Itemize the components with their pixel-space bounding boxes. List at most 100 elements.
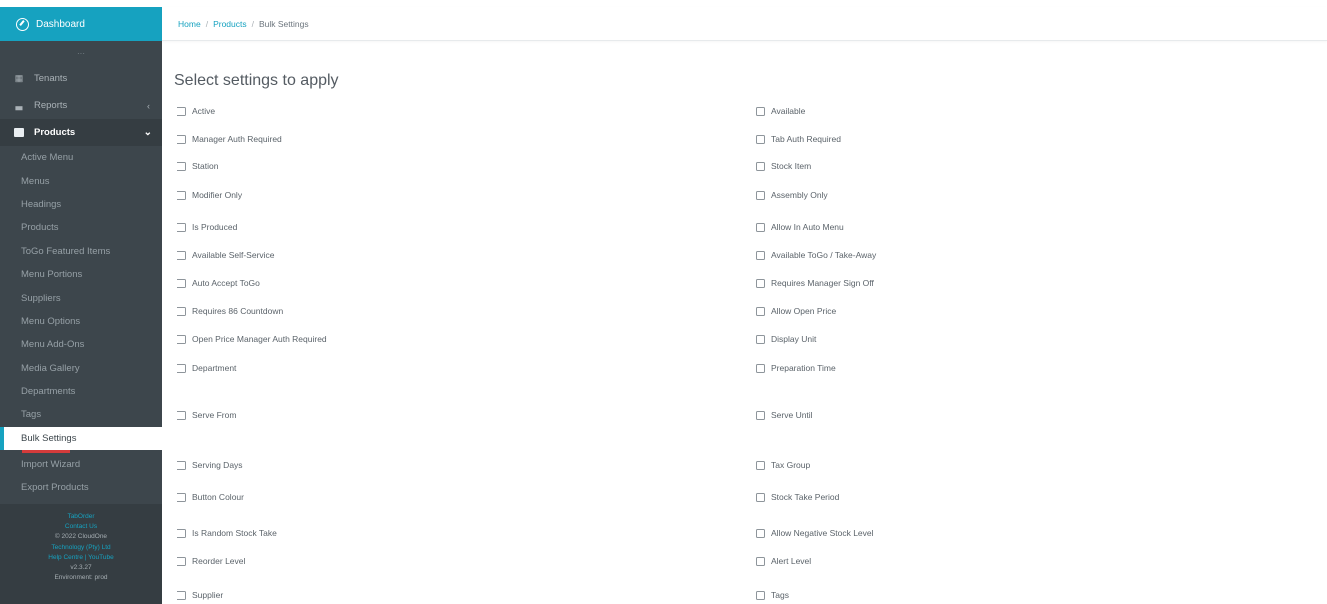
setting-preparation-time[interactable]: Preparation Time: [756, 363, 836, 373]
checkbox[interactable]: [756, 250, 765, 260]
checkbox[interactable]: [177, 161, 186, 171]
checkbox[interactable]: [756, 161, 765, 171]
checkbox[interactable]: [177, 492, 186, 502]
checkbox[interactable]: [756, 590, 765, 600]
setting-available[interactable]: Available: [756, 106, 805, 116]
sidebar-subitem-export-products[interactable]: Export Products: [0, 476, 162, 499]
checkbox[interactable]: [756, 460, 765, 470]
checkbox[interactable]: [177, 190, 186, 200]
checkbox[interactable]: [177, 460, 186, 470]
checkbox[interactable]: [756, 410, 765, 420]
checkbox[interactable]: [177, 556, 186, 566]
breadcrumb-home[interactable]: Home: [178, 19, 201, 29]
setting-modifier-only[interactable]: Modifier Only: [177, 190, 242, 200]
setting-label: Allow In Auto Menu: [771, 222, 844, 232]
setting-alert-level[interactable]: Alert Level: [756, 556, 811, 566]
setting-available-self-service[interactable]: Available Self-Service: [177, 250, 275, 260]
sidebar-item-reports[interactable]: ▃ Reports ‹: [0, 92, 162, 119]
sidebar-subitem-headings[interactable]: Headings: [0, 193, 162, 216]
setting-assembly-only[interactable]: Assembly Only: [756, 190, 828, 200]
setting-requires-86-countdown[interactable]: Requires 86 Countdown: [177, 306, 283, 316]
setting-allow-in-auto-menu[interactable]: Allow In Auto Menu: [756, 222, 844, 232]
sidebar-subitem-departments[interactable]: Departments: [0, 380, 162, 403]
setting-display-unit[interactable]: Display Unit: [756, 334, 816, 344]
setting-active[interactable]: Active: [177, 106, 215, 116]
setting-serving-days[interactable]: Serving Days: [177, 460, 243, 470]
footer-app-link[interactable]: TabOrder: [0, 512, 162, 522]
checkbox[interactable]: [756, 222, 765, 232]
setting-auto-accept-togo[interactable]: Auto Accept ToGo: [177, 278, 260, 288]
sidebar-footer: TabOrder Contact Us © 2022 CloudOne Tech…: [0, 504, 162, 604]
checkbox[interactable]: [177, 106, 186, 116]
setting-allow-open-price[interactable]: Allow Open Price: [756, 306, 836, 316]
checkbox[interactable]: [177, 134, 186, 144]
setting-label: Button Colour: [192, 492, 244, 502]
footer-help-link[interactable]: Help Centre | YouTube: [0, 553, 162, 563]
sidebar-subitem-menu-portions[interactable]: Menu Portions: [0, 263, 162, 286]
sidebar-subitem-menu-options[interactable]: Menu Options: [0, 310, 162, 333]
checkbox[interactable]: [177, 278, 186, 288]
sidebar-subitem-active-menu[interactable]: Active Menu: [0, 146, 162, 169]
sidebar-brand[interactable]: Dashboard: [0, 7, 162, 41]
checkbox[interactable]: [177, 334, 186, 344]
setting-available-togo-take-away[interactable]: Available ToGo / Take-Away: [756, 250, 876, 260]
checkbox[interactable]: [177, 250, 186, 260]
setting-label: Preparation Time: [771, 363, 836, 373]
sidebar-subitem-tags[interactable]: Tags: [0, 403, 162, 426]
setting-button-colour[interactable]: Button Colour: [177, 492, 244, 502]
checkbox[interactable]: [756, 556, 765, 566]
setting-department[interactable]: Department: [177, 363, 236, 373]
setting-stock-item[interactable]: Stock Item: [756, 161, 811, 171]
sidebar-subitem-menus[interactable]: Menus: [0, 169, 162, 192]
checkbox[interactable]: [177, 590, 186, 600]
setting-reorder-level[interactable]: Reorder Level: [177, 556, 245, 566]
setting-manager-auth-required[interactable]: Manager Auth Required: [177, 134, 282, 144]
chevron-down-icon: ⌄: [143, 127, 152, 138]
setting-serve-until[interactable]: Serve Until: [756, 410, 813, 420]
products-submenu: Active Menu Menus Headings Products ToGo Fea…: [0, 146, 162, 523]
checkbox[interactable]: [177, 410, 186, 420]
footer-company-link[interactable]: Technology (Pty) Ltd: [0, 543, 162, 553]
setting-is-random-stock-take[interactable]: Is Random Stock Take: [177, 528, 277, 538]
sidebar-subitem-suppliers[interactable]: Suppliers: [0, 286, 162, 309]
sidebar-subitem-products[interactable]: Products: [0, 216, 162, 239]
setting-tab-auth-required[interactable]: Tab Auth Required: [756, 134, 841, 144]
setting-label: Manager Auth Required: [192, 134, 282, 144]
checkbox[interactable]: [756, 492, 765, 502]
setting-tags[interactable]: Tags: [756, 590, 789, 600]
checkbox[interactable]: [756, 190, 765, 200]
checkbox[interactable]: [756, 278, 765, 288]
sidebar-subitem-bulk-settings[interactable]: Bulk Settings: [0, 426, 162, 450]
setting-station[interactable]: Station: [177, 161, 218, 171]
setting-supplier[interactable]: Supplier: [177, 590, 223, 600]
setting-allow-negative-stock-level[interactable]: Allow Negative Stock Level: [756, 528, 874, 538]
sidebar-subitem-media-gallery[interactable]: Media Gallery: [0, 357, 162, 380]
footer-contact-link[interactable]: Contact Us: [0, 522, 162, 532]
checkbox[interactable]: [756, 106, 765, 116]
setting-is-produced[interactable]: Is Produced: [177, 222, 237, 232]
checkbox[interactable]: [756, 334, 765, 344]
checkbox[interactable]: [177, 363, 186, 373]
setting-requires-manager-sign-off[interactable]: Requires Manager Sign Off: [756, 278, 874, 288]
checkbox[interactable]: [177, 222, 186, 232]
breadcrumb-products[interactable]: Products: [213, 19, 247, 29]
checkbox[interactable]: [756, 134, 765, 144]
sidebar-subitem-togo-featured-items[interactable]: ToGo Featured Items: [0, 240, 162, 263]
sidebar-item-products[interactable]: Products ⌄: [0, 119, 162, 146]
sidebar-subitem-menu-add-ons[interactable]: Menu Add-Ons: [0, 333, 162, 356]
setting-label: Serve From: [192, 410, 237, 420]
sidebar-item-tenants[interactable]: ▦ Tenants: [0, 65, 162, 92]
sidebar-collapse-toggle[interactable]: ···: [0, 41, 162, 65]
setting-serve-from[interactable]: Serve From: [177, 410, 236, 420]
checkbox[interactable]: [177, 528, 186, 538]
setting-open-price-manager-auth-required[interactable]: Open Price Manager Auth Required: [177, 334, 327, 344]
chevron-left-icon: ‹: [147, 100, 150, 111]
checkbox[interactable]: [756, 306, 765, 316]
sidebar-subitem-import-wizard[interactable]: Import Wizard: [0, 453, 162, 476]
checkbox[interactable]: [756, 528, 765, 538]
setting-label: Available Self-Service: [192, 250, 275, 260]
setting-stock-take-period[interactable]: Stock Take Period: [756, 492, 839, 502]
checkbox[interactable]: [756, 363, 765, 373]
setting-tax-group[interactable]: Tax Group: [756, 460, 810, 470]
checkbox[interactable]: [177, 306, 186, 316]
